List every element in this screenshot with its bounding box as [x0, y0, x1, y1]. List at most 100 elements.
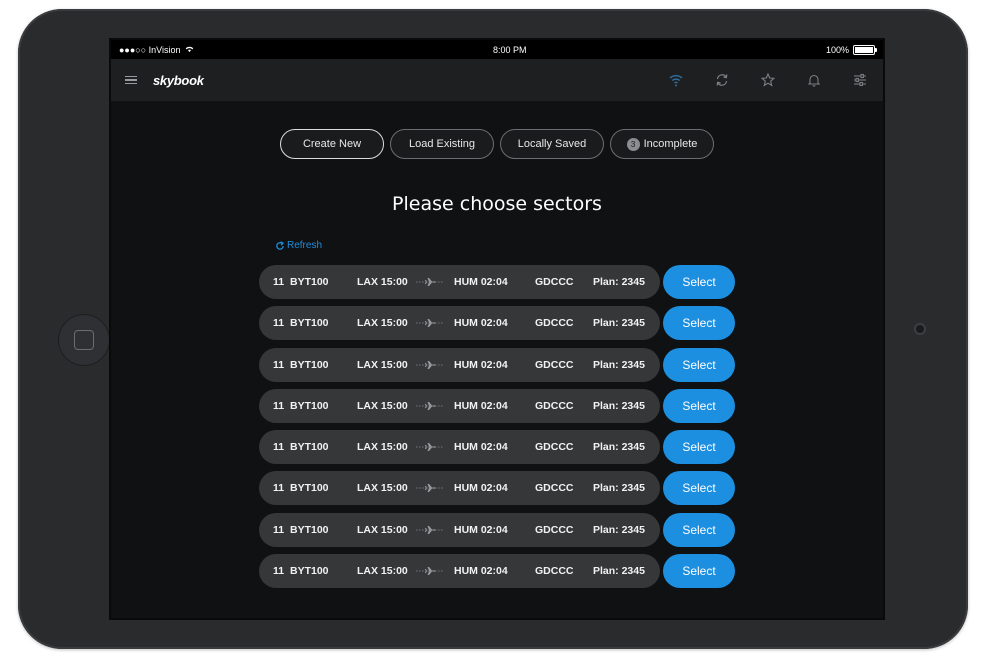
flight-number: BYT100 — [290, 482, 329, 495]
sector-row: 11 BYT100 LAX 15:00 HUM 02:04 GDCCC Plan… — [259, 471, 735, 506]
app-screen: ●●●○○ InVision 8:00 PM 100% skybook Crea… — [109, 38, 885, 620]
plane-route-icon — [416, 441, 444, 456]
aircraft-registration: GDCCC — [535, 441, 574, 454]
plane-route-icon — [416, 317, 444, 332]
plane-route-icon — [416, 565, 444, 580]
sector-row: 11 BYT100 LAX 15:00 HUM 02:04 GDCCC Plan… — [259, 388, 735, 423]
select-button[interactable]: Select — [663, 471, 735, 506]
sector-list: 11 BYT100 LAX 15:00 HUM 02:04 GDCCC Plan… — [259, 265, 735, 595]
departure: LAX 15:00 — [357, 482, 408, 495]
tab-label: Create New — [302, 138, 362, 150]
home-square-icon — [74, 330, 94, 350]
sector-info: 11 BYT100 LAX 15:00 HUM 02:04 GDCCC Plan… — [259, 265, 660, 299]
menu-icon[interactable] — [125, 75, 137, 85]
tab-incomplete[interactable]: 3 Incomplete — [610, 129, 714, 159]
status-bar: ●●●○○ InVision 8:00 PM 100% — [111, 40, 883, 59]
sector-row: 11 BYT100 LAX 15:00 HUM 02:04 GDCCC Plan… — [259, 306, 735, 341]
sector-row: 11 BYT100 LAX 15:00 HUM 02:04 GDCCC Plan… — [259, 512, 735, 547]
select-button[interactable]: Select — [663, 554, 735, 589]
battery-percent: 100% — [825, 44, 849, 55]
plane-route-icon — [416, 359, 444, 374]
aircraft-registration: GDCCC — [535, 358, 574, 371]
departure: LAX 15:00 — [357, 317, 408, 330]
sector-info: 11 BYT100 LAX 15:00 HUM 02:04 GDCCC Plan… — [259, 471, 660, 506]
select-button[interactable]: Select — [663, 306, 735, 341]
flight-number: BYT100 — [290, 565, 329, 578]
arrival: HUM 02:04 — [454, 523, 508, 536]
select-button[interactable]: Select — [663, 347, 735, 382]
select-button[interactable]: Select — [663, 265, 735, 299]
plan-number: Plan: 2345 — [593, 482, 645, 495]
sector-info: 11 BYT100 LAX 15:00 HUM 02:04 GDCCC Plan… — [259, 388, 660, 423]
app-header: skybook — [111, 59, 883, 101]
tab-create-new[interactable]: Create New — [280, 129, 384, 159]
departure: LAX 15:00 — [357, 523, 408, 536]
arrival: HUM 02:04 — [454, 565, 508, 578]
sync-icon[interactable] — [713, 71, 731, 89]
sector-number: 11 — [273, 276, 285, 288]
wifi-icon[interactable] — [667, 71, 685, 89]
tab-load-existing[interactable]: Load Existing — [390, 129, 494, 159]
sector-number: 11 — [273, 441, 285, 454]
sector-info: 11 BYT100 LAX 15:00 HUM 02:04 GDCCC Plan… — [259, 430, 660, 465]
sector-number: 11 — [273, 399, 285, 412]
plan-number: Plan: 2345 — [593, 523, 645, 536]
sector-row: 11 BYT100 LAX 15:00 HUM 02:04 GDCCC Plan… — [259, 347, 735, 382]
arrival: HUM 02:04 — [454, 482, 508, 495]
arrival: HUM 02:04 — [454, 358, 508, 371]
carrier-label: ●●●○○ InVision — [119, 44, 181, 55]
aircraft-registration: GDCCC — [535, 565, 574, 578]
select-button[interactable]: Select — [663, 430, 735, 465]
aircraft-registration: GDCCC — [535, 317, 574, 330]
refresh-icon — [276, 240, 285, 250]
arrival: HUM 02:04 — [454, 441, 508, 454]
sector-number: 11 — [273, 317, 285, 330]
departure: LAX 15:00 — [357, 358, 408, 371]
filter-sliders-icon[interactable] — [851, 71, 869, 89]
sector-row: 11 BYT100 LAX 15:00 HUM 02:04 GDCCC Plan… — [259, 430, 735, 465]
sector-info: 11 BYT100 LAX 15:00 HUM 02:04 GDCCC Plan… — [259, 347, 660, 382]
bell-icon[interactable] — [805, 71, 823, 89]
tab-label: Incomplete — [643, 138, 698, 150]
count-badge: 3 — [626, 137, 640, 151]
departure: LAX 15:00 — [357, 441, 408, 454]
refresh-link[interactable]: Refresh — [275, 240, 322, 251]
sector-number: 11 — [273, 523, 285, 536]
sector-row: 11 BYT100 LAX 15:00 HUM 02:04 GDCCC Plan… — [259, 265, 735, 299]
tab-locally-saved[interactable]: Locally Saved — [500, 129, 604, 159]
plane-route-icon — [416, 524, 444, 539]
aircraft-registration: GDCCC — [535, 276, 574, 288]
wifi-signal-icon — [185, 46, 193, 53]
select-button[interactable]: Select — [663, 388, 735, 423]
departure: LAX 15:00 — [357, 565, 408, 578]
plan-number: Plan: 2345 — [593, 399, 645, 412]
plan-number: Plan: 2345 — [593, 358, 645, 371]
flight-number: BYT100 — [290, 358, 329, 371]
flight-number: BYT100 — [290, 276, 329, 288]
sector-info: 11 BYT100 LAX 15:00 HUM 02:04 GDCCC Plan… — [259, 554, 660, 589]
plane-route-icon — [416, 482, 444, 497]
plan-number: Plan: 2345 — [593, 441, 645, 454]
select-button[interactable]: Select — [663, 512, 735, 547]
sector-row: 11 BYT100 LAX 15:00 HUM 02:04 GDCCC Plan… — [259, 554, 735, 589]
plan-number: Plan: 2345 — [593, 276, 645, 288]
arrival: HUM 02:04 — [454, 399, 508, 412]
star-icon[interactable] — [759, 71, 777, 89]
plan-number: Plan: 2345 — [593, 317, 645, 330]
camera-icon — [914, 323, 926, 335]
flight-number: BYT100 — [290, 399, 329, 412]
tab-label: Load Existing — [408, 138, 476, 150]
sector-number: 11 — [273, 565, 285, 578]
arrival: HUM 02:04 — [454, 276, 508, 288]
plane-route-icon — [416, 400, 444, 415]
home-button[interactable] — [58, 314, 110, 366]
aircraft-registration: GDCCC — [535, 523, 574, 536]
aircraft-registration: GDCCC — [535, 482, 574, 495]
sector-info: 11 BYT100 LAX 15:00 HUM 02:04 GDCCC Plan… — [259, 512, 660, 547]
flight-number: BYT100 — [290, 523, 329, 536]
sector-info: 11 BYT100 LAX 15:00 HUM 02:04 GDCCC Plan… — [259, 306, 660, 341]
app-logo: skybook — [153, 72, 204, 88]
arrival: HUM 02:04 — [454, 317, 508, 330]
departure: LAX 15:00 — [357, 399, 408, 412]
flight-number: BYT100 — [290, 317, 329, 330]
